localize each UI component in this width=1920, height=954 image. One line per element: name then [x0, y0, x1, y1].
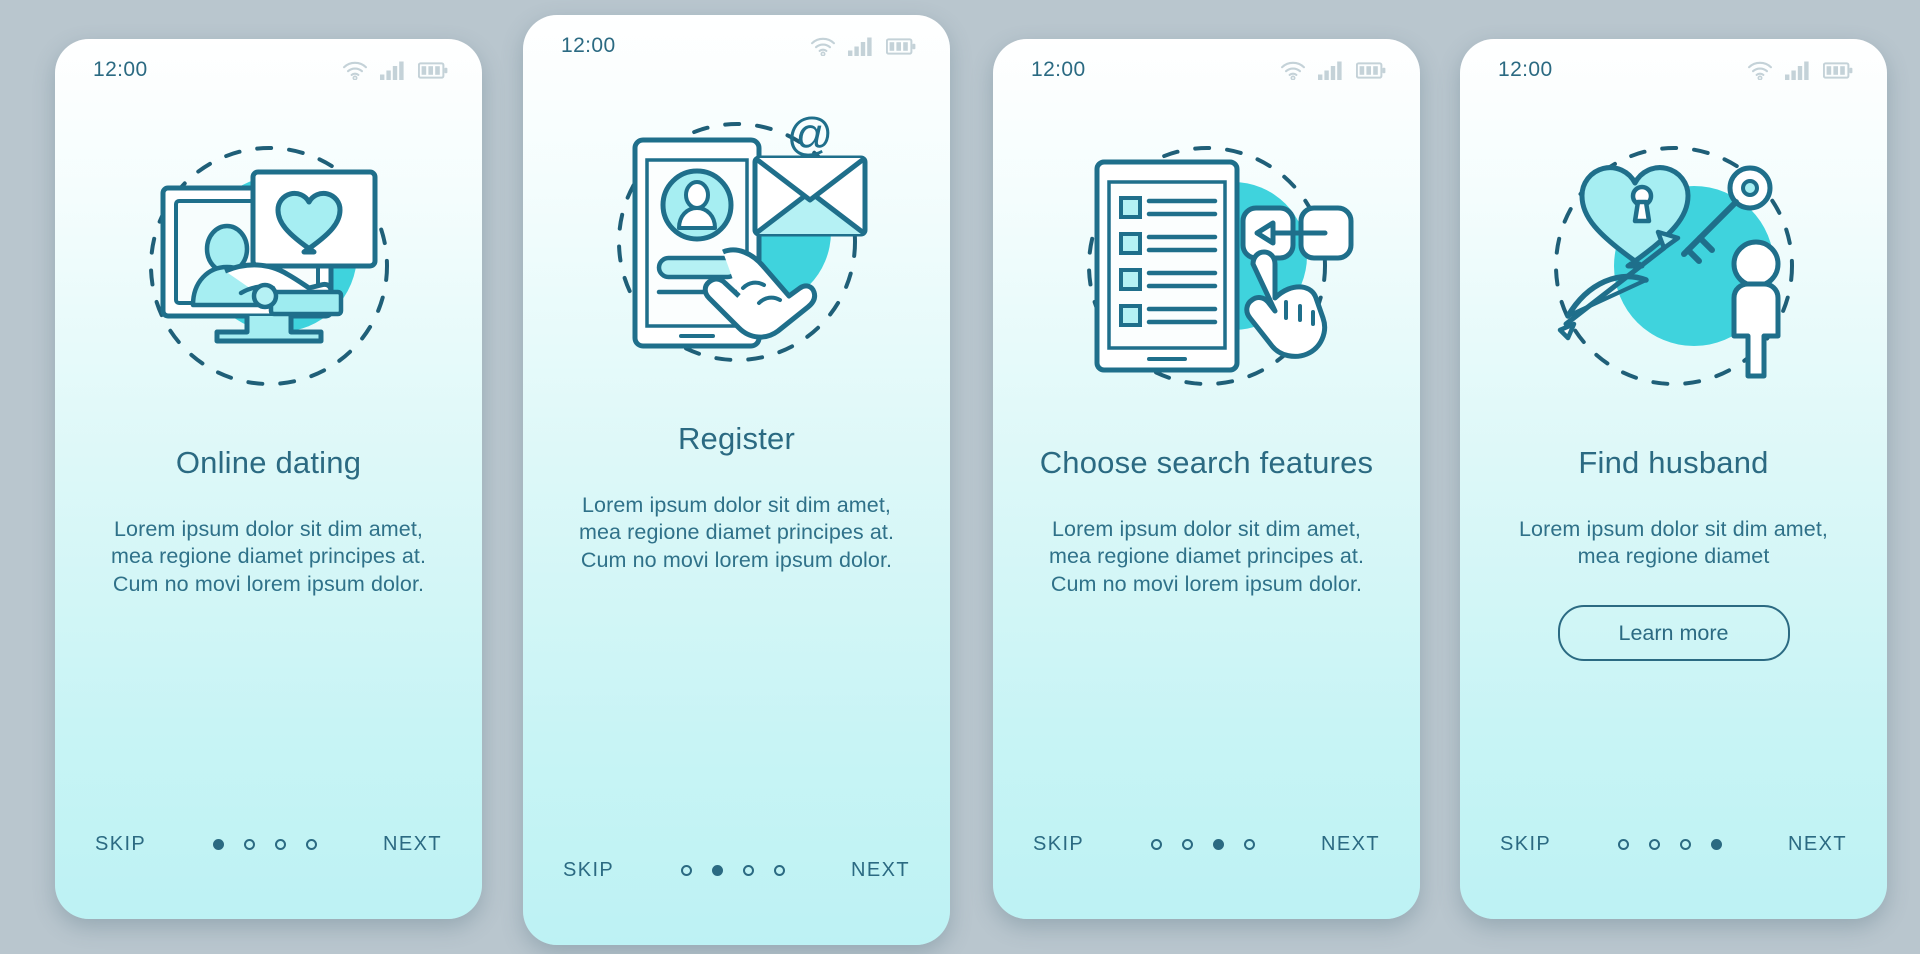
- pagination-dot-2[interactable]: [711, 864, 723, 876]
- skip-button[interactable]: SKIP: [95, 833, 146, 856]
- battery-icon: [418, 61, 448, 79]
- pagination-dot-2[interactable]: [1648, 838, 1660, 850]
- cellular-signal-icon: [848, 37, 872, 56]
- pagination-dots: [212, 838, 317, 850]
- cellular-signal-icon: [1318, 61, 1342, 80]
- next-button[interactable]: NEXT: [383, 833, 442, 856]
- page-title: Register: [677, 421, 796, 456]
- illustration-phone-profile-email: @: [523, 77, 950, 407]
- illustration-checklist-tablet-cursor: [993, 101, 1420, 431]
- status-bar-clock: 12:00: [1498, 58, 1553, 81]
- learn-more-button[interactable]: Learn more: [1557, 605, 1790, 662]
- skip-button[interactable]: SKIP: [1500, 833, 1551, 856]
- onboarding-screen-online-dating: 12:00 Online dating Lorem ipsum dolor si…: [55, 39, 482, 919]
- pagination-dot-1[interactable]: [212, 838, 224, 850]
- pagination-dots: [680, 864, 785, 876]
- pagination-dot-4[interactable]: [1243, 838, 1255, 850]
- onboarding-screen-choose-search-features: 12:00 Choose search features Lorem ipsum…: [993, 39, 1420, 919]
- onboarding-screen-find-husband: 12:00 Find husband Lorem ipsum dolor sit…: [1460, 39, 1887, 919]
- bottom-navigation: SKIP NEXT: [1460, 769, 1887, 919]
- status-bar-icons: [1280, 61, 1386, 80]
- next-button[interactable]: NEXT: [1321, 833, 1380, 856]
- page-description: Lorem ipsum dolor sit dim amet, mea regi…: [1048, 516, 1365, 597]
- battery-icon: [1356, 61, 1386, 79]
- next-button[interactable]: NEXT: [851, 859, 910, 882]
- pagination-dots: [1617, 838, 1722, 850]
- battery-icon: [886, 37, 916, 55]
- wifi-icon: [1747, 61, 1773, 80]
- cellular-signal-icon: [1785, 61, 1809, 80]
- pagination-dot-4[interactable]: [773, 864, 785, 876]
- illustration-monitor-profile-heart: [55, 101, 482, 431]
- wifi-icon: [810, 37, 836, 56]
- status-bar: 12:00: [1460, 39, 1887, 101]
- pagination-dot-2[interactable]: [1181, 838, 1193, 850]
- status-bar-clock: 12:00: [93, 58, 148, 81]
- page-description: Lorem ipsum dolor sit dim amet, mea regi…: [1519, 516, 1828, 569]
- pagination-dots: [1150, 838, 1255, 850]
- battery-icon: [1823, 61, 1853, 79]
- status-bar-icons: [810, 37, 916, 56]
- skip-button[interactable]: SKIP: [1033, 833, 1084, 856]
- status-bar-clock: 12:00: [561, 34, 616, 57]
- status-bar: 12:00: [55, 39, 482, 101]
- svg-text:@: @: [786, 108, 833, 160]
- pagination-dot-1[interactable]: [680, 864, 692, 876]
- page-description: Lorem ipsum dolor sit dim amet, mea regi…: [578, 492, 895, 573]
- cellular-signal-icon: [380, 61, 404, 80]
- status-bar-icons: [1747, 61, 1853, 80]
- page-title: Choose search features: [1039, 445, 1374, 480]
- bottom-navigation: SKIP NEXT: [993, 769, 1420, 919]
- page-title: Online dating: [175, 445, 362, 480]
- pagination-dot-4[interactable]: [1710, 838, 1722, 850]
- bottom-navigation: SKIP NEXT: [55, 769, 482, 919]
- bottom-navigation: SKIP NEXT: [523, 795, 950, 945]
- onboarding-screen-register: 12:00 @ Register Lorem ipsum dolor sit d…: [523, 15, 950, 945]
- pagination-dot-1[interactable]: [1617, 838, 1629, 850]
- skip-button[interactable]: SKIP: [563, 859, 614, 882]
- pagination-dot-3[interactable]: [1212, 838, 1224, 850]
- status-bar: 12:00: [523, 15, 950, 77]
- wifi-icon: [1280, 61, 1306, 80]
- pagination-dot-1[interactable]: [1150, 838, 1162, 850]
- pagination-dot-2[interactable]: [243, 838, 255, 850]
- status-bar-icons: [342, 61, 448, 80]
- next-button[interactable]: NEXT: [1788, 833, 1847, 856]
- page-title: Find husband: [1578, 445, 1769, 480]
- wifi-icon: [342, 61, 368, 80]
- onboarding-screens-stage: 12:00 Online dating Lorem ipsum dolor si…: [0, 0, 1920, 954]
- status-bar: 12:00: [993, 39, 1420, 101]
- status-bar-clock: 12:00: [1031, 58, 1086, 81]
- pagination-dot-3[interactable]: [742, 864, 754, 876]
- page-description: Lorem ipsum dolor sit dim amet, mea regi…: [110, 516, 427, 597]
- pagination-dot-4[interactable]: [305, 838, 317, 850]
- pagination-dot-3[interactable]: [274, 838, 286, 850]
- pagination-dot-3[interactable]: [1679, 838, 1691, 850]
- illustration-heart-lock-key-cupid: [1460, 101, 1887, 431]
